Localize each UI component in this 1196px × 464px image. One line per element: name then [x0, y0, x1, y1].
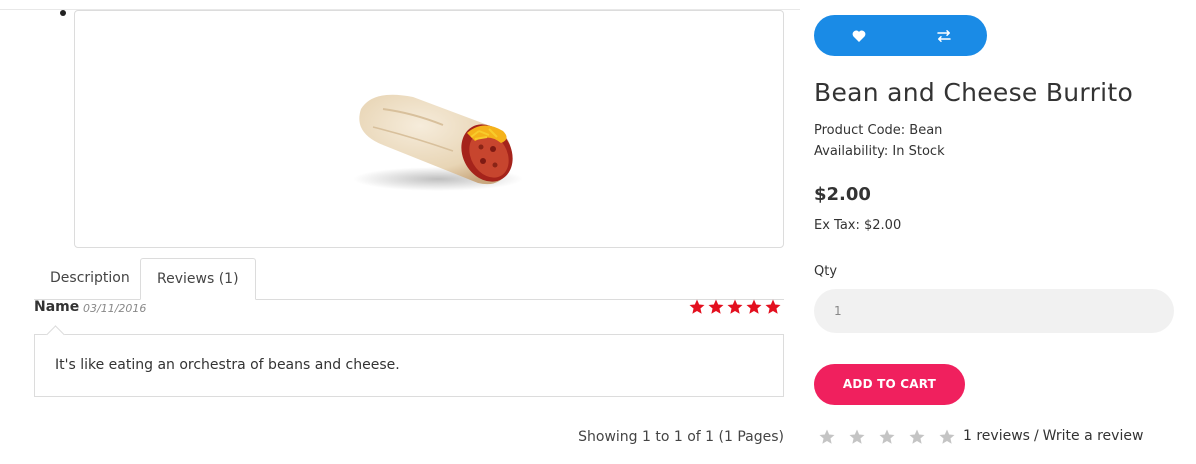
star-empty-icon [908, 428, 926, 446]
review-notch [46, 325, 65, 344]
tab-description[interactable]: Description [34, 258, 146, 298]
compare-arrows-icon[interactable] [935, 27, 953, 45]
review-text: It's like eating an orchestra of beans a… [55, 357, 400, 373]
burrito-image [353, 94, 523, 191]
star-filled-icon [688, 298, 706, 316]
heart-icon[interactable] [850, 27, 868, 45]
review-rating [688, 298, 782, 316]
star-empty-icon [818, 428, 836, 446]
qty-label: Qty [814, 264, 838, 279]
product-availability: Availability: In Stock [814, 144, 945, 159]
pagination-results: Showing 1 to 1 of 1 (1 Pages) [578, 429, 784, 445]
review-body: It's like eating an orchestra of beans a… [34, 325, 784, 397]
star-filled-icon [764, 298, 782, 316]
product-ex-tax: Ex Tax: $2.00 [814, 218, 902, 233]
product-title: Bean and Cheese Burrito [814, 78, 1134, 107]
product-tabs: Description Reviews (1) [34, 258, 784, 300]
star-empty-icon [848, 428, 866, 446]
star-filled-icon [745, 298, 763, 316]
tab-reviews[interactable]: Reviews (1) [140, 258, 256, 300]
star-filled-icon [726, 298, 744, 316]
review-date: 03/11/2016 [83, 302, 147, 315]
add-to-cart-button[interactable]: ADD TO CART [814, 364, 965, 405]
star-filled-icon [707, 298, 725, 316]
star-empty-icon [878, 428, 896, 446]
product-image-frame[interactable] [74, 10, 784, 248]
product-code: Product Code: Bean [814, 123, 943, 138]
product-rating-stars [818, 428, 956, 446]
wishlist-compare-bar [814, 15, 987, 56]
reviews-separator: / [1033, 428, 1039, 444]
quantity-input[interactable] [814, 289, 1174, 333]
review-author: Name [34, 299, 80, 315]
product-price: $2.00 [814, 184, 871, 205]
review-header: Name 03/11/2016 [34, 299, 784, 319]
write-review-link[interactable]: Write a review [1043, 428, 1144, 444]
star-empty-icon [938, 428, 956, 446]
reviews-links: 1 reviews / Write a review [963, 428, 1143, 444]
reviews-count-link[interactable]: 1 reviews [963, 428, 1030, 444]
list-bullet [60, 10, 66, 16]
